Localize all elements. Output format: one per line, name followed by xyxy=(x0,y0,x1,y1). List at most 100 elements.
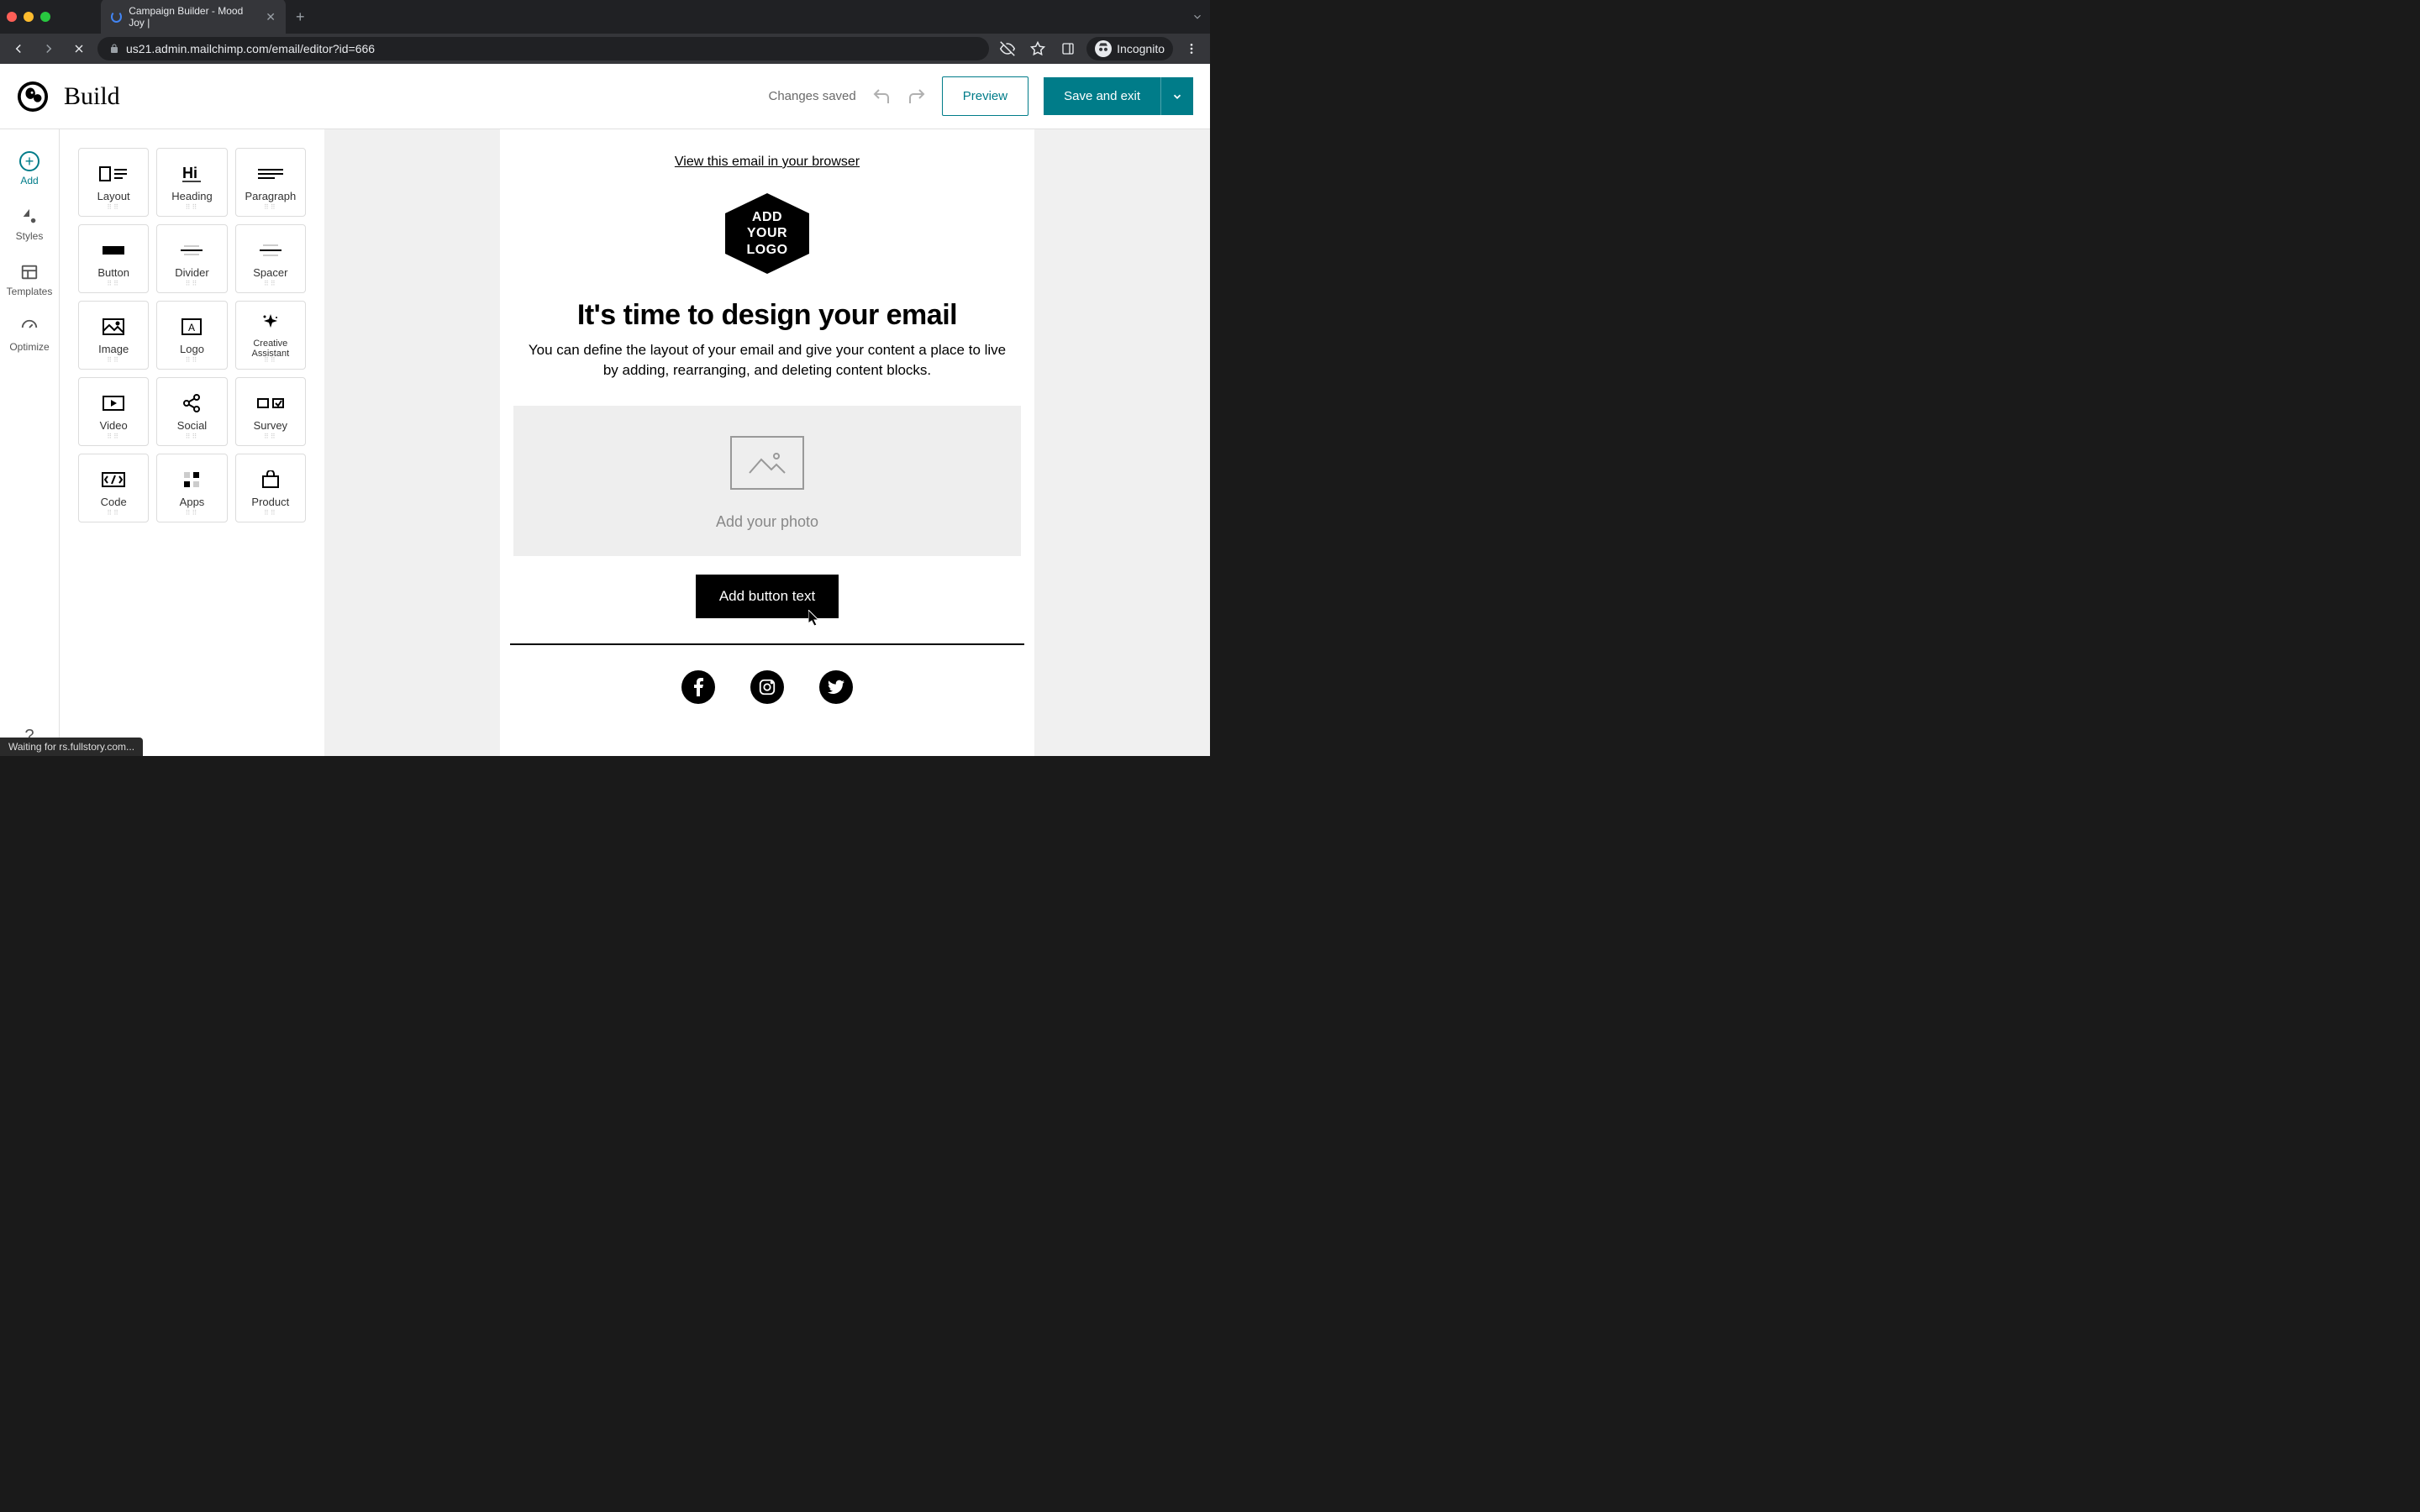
undo-button[interactable] xyxy=(871,87,892,107)
gauge-icon xyxy=(19,318,39,338)
instagram-icon[interactable] xyxy=(750,670,784,704)
block-label: Logo xyxy=(180,343,204,355)
canvas-paragraph[interactable]: You can define the layout of your email … xyxy=(520,340,1014,381)
browser-tab[interactable]: Campaign Builder - Mood Joy | ✕ xyxy=(101,0,286,35)
bookmark-star-icon[interactable] xyxy=(1026,37,1050,60)
canvas-area[interactable]: View this email in your browser ADD YOUR… xyxy=(324,129,1210,756)
block-label: Divider xyxy=(175,266,208,279)
side-panel-icon[interactable] xyxy=(1056,37,1080,60)
maximize-window-button[interactable] xyxy=(40,12,50,22)
image-icon xyxy=(102,316,125,338)
grip-icon: ⠿⠿ xyxy=(186,356,199,364)
photo-caption: Add your photo xyxy=(513,513,1021,531)
block-divider[interactable]: Divider ⠿⠿ xyxy=(156,224,227,293)
block-label: Image xyxy=(98,343,129,355)
address-bar[interactable]: us21.admin.mailchimp.com/email/editor?id… xyxy=(97,37,989,60)
lock-icon xyxy=(109,44,119,54)
block-label: Spacer xyxy=(253,266,287,279)
preview-button[interactable]: Preview xyxy=(942,76,1028,116)
photo-placeholder-block[interactable]: Add your photo xyxy=(513,406,1021,556)
block-social[interactable]: Social ⠿⠿ xyxy=(156,377,227,446)
grip-icon: ⠿⠿ xyxy=(186,203,199,211)
twitter-icon[interactable] xyxy=(819,670,853,704)
save-dropdown-button[interactable] xyxy=(1160,77,1193,115)
rail-add[interactable]: + Add xyxy=(0,143,59,198)
left-rail: + Add Styles Templates Optimize xyxy=(0,129,60,756)
block-label: Heading xyxy=(171,190,212,202)
block-layout[interactable]: Layout ⠿⠿ xyxy=(78,148,149,217)
browser-status-bar: Waiting for rs.fullstory.com... xyxy=(0,738,143,756)
logo-placeholder-text: ADD YOUR LOGO xyxy=(746,209,787,258)
browser-toolbar: us21.admin.mailchimp.com/email/editor?id… xyxy=(0,34,1210,64)
save-button-group: Save and exit xyxy=(1044,77,1193,115)
block-video[interactable]: Video ⠿⠿ xyxy=(78,377,149,446)
app-header: Build Changes saved Preview Save and exi… xyxy=(0,64,1210,129)
block-creative-assistant[interactable]: Creative Assistant ⠿⠿ xyxy=(235,301,306,370)
minimize-window-button[interactable] xyxy=(24,12,34,22)
browser-menu-button[interactable] xyxy=(1180,37,1203,60)
survey-icon xyxy=(256,392,285,414)
rail-styles[interactable]: Styles xyxy=(0,198,59,254)
rail-templates[interactable]: Templates xyxy=(0,254,59,309)
back-button[interactable] xyxy=(7,37,30,60)
block-code[interactable]: Code ⠿⠿ xyxy=(78,454,149,522)
canvas-divider[interactable] xyxy=(510,643,1024,645)
block-label: Code xyxy=(101,496,127,508)
block-spacer[interactable]: Spacer ⠿⠿ xyxy=(235,224,306,293)
block-panel: Layout ⠿⠿ Hi Heading ⠿⠿ Paragraph ⠿⠿ But… xyxy=(60,129,324,756)
block-logo[interactable]: A Logo ⠿⠿ xyxy=(156,301,227,370)
block-heading[interactable]: Hi Heading ⠿⠿ xyxy=(156,148,227,217)
block-grid: Layout ⠿⠿ Hi Heading ⠿⠿ Paragraph ⠿⠿ But… xyxy=(78,148,306,522)
view-in-browser-link[interactable]: View this email in your browser xyxy=(500,155,1034,170)
block-label: Button xyxy=(97,266,129,279)
logo-placeholder[interactable]: ADD YOUR LOGO xyxy=(722,193,813,274)
new-tab-button[interactable]: + xyxy=(296,8,305,26)
eye-off-icon[interactable] xyxy=(996,37,1019,60)
browser-tab-bar: Campaign Builder - Mood Joy | ✕ + xyxy=(0,0,1210,34)
block-product[interactable]: Product ⠿⠿ xyxy=(235,454,306,522)
code-icon xyxy=(101,469,126,491)
grip-icon: ⠿⠿ xyxy=(264,280,277,287)
paragraph-icon xyxy=(256,163,285,185)
facebook-icon[interactable] xyxy=(681,670,715,704)
canvas-heading[interactable]: It's time to design your email xyxy=(517,299,1018,332)
block-survey[interactable]: Survey ⠿⠿ xyxy=(235,377,306,446)
incognito-badge[interactable]: Incognito xyxy=(1086,37,1173,60)
heading-icon: Hi xyxy=(179,163,204,185)
grip-icon: ⠿⠿ xyxy=(107,203,120,211)
loading-spinner-icon xyxy=(111,11,122,23)
save-and-exit-button[interactable]: Save and exit xyxy=(1044,77,1160,115)
redo-button[interactable] xyxy=(907,87,927,107)
forward-button[interactable] xyxy=(37,37,60,60)
grip-icon: ⠿⠿ xyxy=(264,203,277,211)
incognito-label: Incognito xyxy=(1117,42,1165,55)
bag-icon xyxy=(260,469,281,491)
block-paragraph[interactable]: Paragraph ⠿⠿ xyxy=(235,148,306,217)
window-controls xyxy=(7,12,50,22)
close-window-button[interactable] xyxy=(7,12,17,22)
sparkle-icon xyxy=(260,312,281,333)
grip-icon: ⠿⠿ xyxy=(107,356,120,364)
stop-button[interactable] xyxy=(67,37,91,60)
block-label: Product xyxy=(251,496,289,508)
apps-icon xyxy=(182,469,201,491)
rail-optimize[interactable]: Optimize xyxy=(0,309,59,365)
spacer-icon xyxy=(258,239,283,261)
grip-icon: ⠿⠿ xyxy=(186,509,199,517)
page-title: Build xyxy=(64,82,120,111)
block-image[interactable]: Image ⠿⠿ xyxy=(78,301,149,370)
svg-text:Hi: Hi xyxy=(182,165,197,181)
layout-icon xyxy=(99,163,128,185)
block-button[interactable]: Button ⠿⠿ xyxy=(78,224,149,293)
mailchimp-logo[interactable] xyxy=(17,81,49,113)
image-placeholder-icon xyxy=(730,436,804,490)
email-canvas[interactable]: View this email in your browser ADD YOUR… xyxy=(500,129,1034,756)
tab-dropdown-button[interactable] xyxy=(1192,11,1203,23)
canvas-cta-button[interactable]: Add button text xyxy=(696,575,839,618)
divider-icon xyxy=(179,239,204,261)
grip-icon: ⠿⠿ xyxy=(107,509,120,517)
grip-icon: ⠿⠿ xyxy=(264,509,277,517)
block-apps[interactable]: Apps ⠿⠿ xyxy=(156,454,227,522)
close-tab-button[interactable]: ✕ xyxy=(266,10,276,24)
rail-label: Optimize xyxy=(9,341,49,353)
